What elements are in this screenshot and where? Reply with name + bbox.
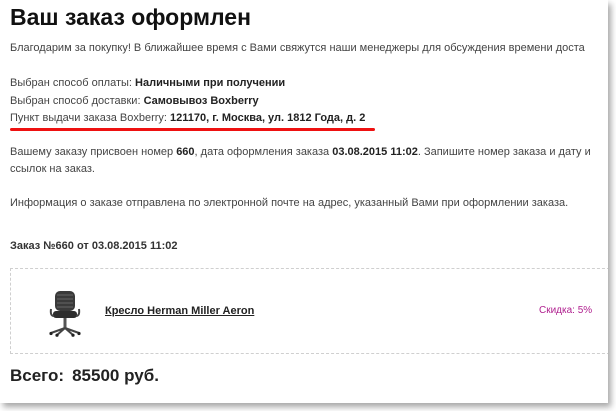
order-item-row: Кресло Herman Miller Aeron Скидка: 5%: [10, 268, 608, 354]
total-label: Всего:: [10, 366, 65, 385]
thanks-text: Благодарим за покупку! В ближайшее время…: [10, 42, 585, 54]
order-total: Всего: 85500 руб.: [10, 366, 159, 386]
pickup-point-label: Пункт выдачи заказа Boxberry:: [10, 112, 171, 124]
order-number-text: Вашему заказу присвоен номер: [10, 146, 177, 158]
order-number: 660: [176, 146, 195, 158]
order-note-continued: ссылок на заказ.: [10, 163, 95, 175]
payment-method-value: Наличными при получении: [135, 77, 286, 89]
order-date: 03.08.2015 11:02: [332, 146, 418, 158]
email-info-text: Информация о заказе отправлена по электр…: [10, 197, 569, 209]
total-value: 85500 руб.: [72, 366, 159, 385]
red-underline-annotation: [10, 128, 375, 131]
delivery-method-line: Выбран способ доставки: Самовывоз Boxber…: [10, 95, 259, 107]
order-confirmation-page: Ваш заказ оформлен Благодарим за покупку…: [0, 0, 608, 403]
delivery-method-label: Выбран способ доставки:: [10, 95, 144, 107]
page-title: Ваш заказ оформлен: [10, 4, 251, 30]
discount-label: Скидка: 5%: [539, 305, 593, 316]
pickup-point-line: Пункт выдачи заказа Boxberry: 121170, г.…: [10, 112, 365, 124]
product-link[interactable]: Кресло Herman Miller Aeron: [105, 305, 254, 317]
order-note-text: . Запишите номер заказа и дату и: [417, 146, 591, 158]
delivery-method-value: Самовывоз Boxberry: [143, 95, 259, 107]
order-date-text: , дата оформления заказа: [194, 146, 333, 158]
payment-method-label: Выбран способ оплаты:: [10, 77, 136, 89]
order-heading: Заказ №660 от 03.08.2015 11:02: [10, 240, 178, 252]
order-number-line: Вашему заказу присвоен номер 660, дата о…: [10, 146, 591, 158]
office-chair-image: [49, 291, 81, 337]
payment-method-line: Выбран способ оплаты: Наличными при полу…: [10, 77, 285, 89]
pickup-point-value: 121170, г. Москва, ул. 1812 Года, д. 2: [170, 112, 366, 124]
